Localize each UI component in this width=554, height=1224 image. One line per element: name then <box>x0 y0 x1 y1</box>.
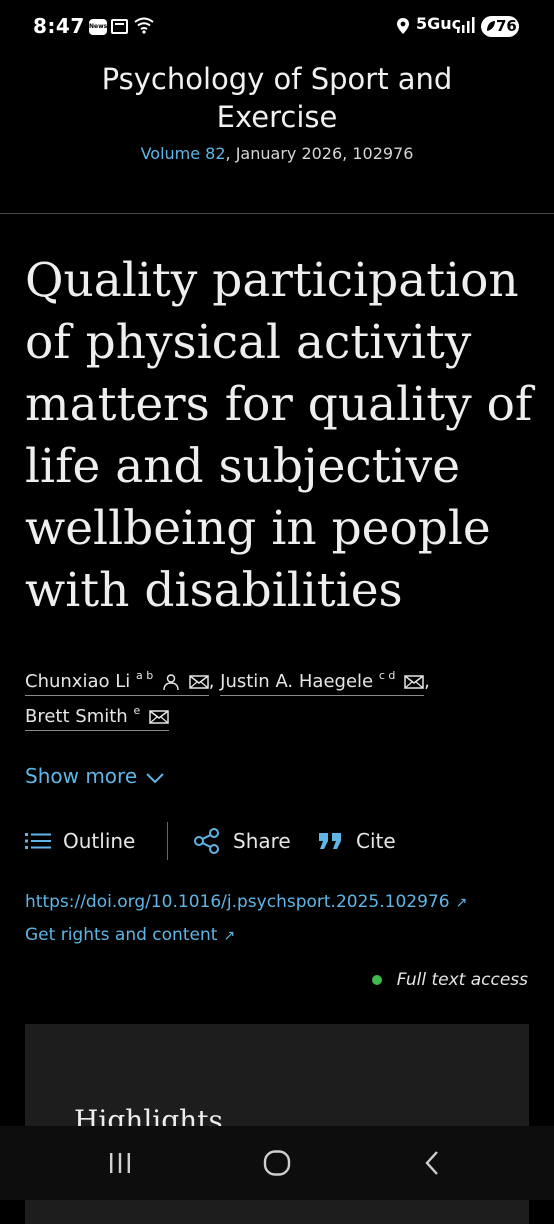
recent-apps-icon <box>110 1153 130 1173</box>
back-icon <box>425 1151 438 1175</box>
arrow-up-right-icon: ↗ <box>223 928 236 944</box>
article-title: Quality participation of physical activi… <box>25 253 533 618</box>
author-link[interactable]: Justin A. Haegele c d <box>220 664 425 696</box>
outline-button[interactable]: Outline <box>25 820 135 862</box>
author-separator: , <box>424 671 430 692</box>
doi-text: https://doi.org/10.1016/j.psychsport.202… <box>25 892 450 912</box>
share-button[interactable]: Share <box>193 820 291 862</box>
signal-icon <box>457 17 475 33</box>
home-icon <box>263 1150 291 1176</box>
wifi-icon <box>134 17 154 34</box>
author-list: Chunxiao Li a b , Justin A. Haegele c d … <box>25 664 535 734</box>
status-time: 8:47 <box>33 14 85 38</box>
envelope-icon <box>188 675 209 689</box>
system-nav-bar <box>0 1126 554 1200</box>
battery-level: 76 <box>496 17 517 35</box>
calendar-icon <box>111 19 128 34</box>
envelope-icon <box>404 675 424 689</box>
recent-apps-button[interactable] <box>80 1126 160 1200</box>
action-bar: Outline Share Cite <box>25 820 535 862</box>
author-link[interactable]: Brett Smith e <box>25 699 169 731</box>
outline-label: Outline <box>63 829 136 853</box>
news-app-icon: News <box>89 19 107 35</box>
author-affiliation: c d <box>378 669 396 682</box>
battery-indicator: 76 <box>481 16 519 37</box>
volume-details: , January 2026, 102976 <box>225 144 414 163</box>
access-label: Full text access <box>396 970 528 990</box>
arrow-up-right-icon: ↗ <box>455 895 468 911</box>
envelope-icon <box>149 710 169 724</box>
home-button[interactable] <box>237 1126 317 1200</box>
network-type: 5Guc <box>416 14 462 33</box>
location-icon <box>397 18 409 34</box>
author-affiliation: e <box>133 704 141 717</box>
show-more-button[interactable]: Show more <box>25 764 165 788</box>
quote-icon <box>319 833 341 849</box>
chevron-down-icon <box>146 772 164 783</box>
author-name: Chunxiao Li <box>25 671 131 692</box>
cite-label: Cite <box>356 829 396 853</box>
volume-link[interactable]: Volume 82 <box>141 144 226 163</box>
share-icon <box>194 828 219 854</box>
rights-link[interactable]: Get rights and content ↗ <box>25 925 235 945</box>
show-more-label: Show more <box>25 764 138 788</box>
action-divider <box>167 822 168 860</box>
author-name: Justin A. Haegele <box>220 671 374 692</box>
leaf-icon <box>487 21 495 31</box>
doi-link[interactable]: https://doi.org/10.1016/j.psychsport.202… <box>25 892 467 912</box>
access-dot-icon <box>371 975 382 985</box>
author-separator: , <box>208 671 215 692</box>
access-status: Full text access <box>371 970 528 990</box>
back-button[interactable] <box>392 1126 472 1200</box>
author-affiliation: a b <box>135 669 154 682</box>
journal-volume: Volume 82, January 2026, 102976 <box>0 144 554 163</box>
journal-header: Psychology of Sport and Exercise Volume … <box>0 60 554 163</box>
header-divider <box>0 213 554 214</box>
author-link[interactable]: Chunxiao Li a b <box>25 664 209 696</box>
status-bar: 8:47 News 5Guc 76 <box>0 0 554 44</box>
person-icon <box>163 674 179 691</box>
share-label: Share <box>233 829 291 853</box>
list-icon <box>25 833 51 849</box>
author-name: Brett Smith <box>25 706 128 727</box>
rights-text: Get rights and content <box>25 925 218 945</box>
journal-name[interactable]: Psychology of Sport and Exercise <box>77 60 477 136</box>
cite-button[interactable]: Cite <box>318 820 396 862</box>
